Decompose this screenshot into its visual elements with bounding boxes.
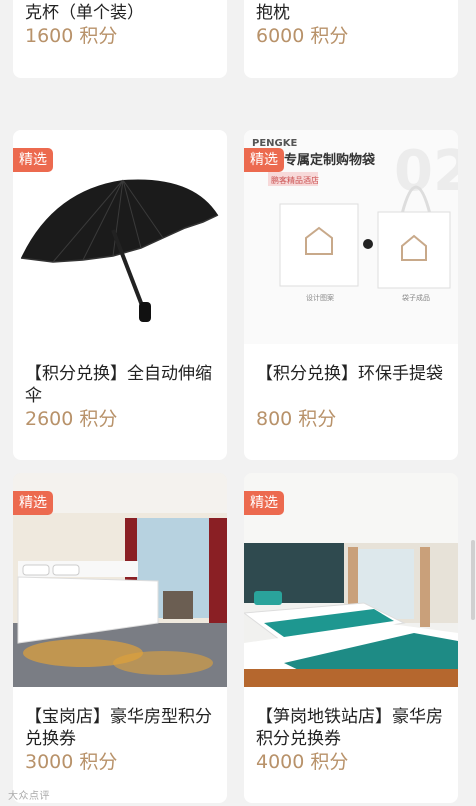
image-headline: 专属定制购物袋 (284, 152, 376, 168)
watermark: 大众点评 (8, 791, 50, 802)
price-unit: 积分 (79, 408, 118, 430)
product-card[interactable]: 02 PENGKE 专属定制购物袋 鹏客精品酒店 设计图案 袋子成品 精选 【积… (244, 130, 458, 460)
product-price: 1600 积分 (25, 24, 117, 48)
price-unit: 积分 (310, 25, 349, 47)
product-price: 6000 积分 (256, 24, 348, 48)
image-caption-left: 设计图案 (306, 293, 334, 302)
product-price: 800 积分 (256, 407, 336, 431)
product-title: 【笋岗地铁站店】豪华房积分兑换券 (256, 707, 443, 749)
product-price: 2600 积分 (25, 407, 117, 431)
price-unit: 积分 (79, 25, 118, 47)
product-card[interactable]: 克杯（单个装） 1600 积分 (13, 0, 227, 78)
price-value: 1600 (25, 25, 74, 47)
price-unit: 积分 (310, 751, 349, 773)
product-title: 【积分兑换】全自动伸缩伞 (25, 364, 212, 406)
featured-badge: 精选 (244, 148, 284, 172)
product-title: 【宝岗店】豪华房型积分兑换券 (25, 707, 212, 749)
product-card[interactable]: 抱枕 6000 积分 (244, 0, 458, 78)
price-value: 2600 (25, 408, 74, 430)
price-unit: 积分 (79, 751, 118, 773)
product-title: 克杯（单个装） (25, 3, 144, 23)
image-caption-right: 袋子成品 (402, 293, 430, 302)
product-price: 4000 积分 (256, 750, 348, 774)
price-value: 3000 (25, 751, 74, 773)
featured-badge: 精选 (13, 148, 53, 172)
price-value: 4000 (256, 751, 305, 773)
image-big-number: 02 (394, 139, 458, 204)
scrollbar[interactable] (471, 540, 475, 620)
image-logo: 鹏客精品酒店 (271, 175, 319, 185)
product-card[interactable]: 精选 【宝岗店】豪华房型积分兑换券 3000 积分 (13, 473, 227, 803)
product-card[interactable]: 精选 【积分兑换】全自动伸缩伞 2600 积分 (13, 130, 227, 460)
product-card[interactable]: 精选 【笋岗地铁站店】豪华房积分兑换券 4000 积分 (244, 473, 458, 803)
price-value: 800 (256, 408, 293, 430)
product-price: 3000 积分 (25, 750, 117, 774)
featured-badge: 精选 (244, 491, 284, 515)
product-title: 【积分兑换】环保手提袋 (256, 364, 443, 384)
product-title: 抱枕 (256, 3, 290, 23)
price-value: 6000 (256, 25, 305, 47)
featured-badge: 精选 (13, 491, 53, 515)
price-unit: 积分 (298, 408, 337, 430)
